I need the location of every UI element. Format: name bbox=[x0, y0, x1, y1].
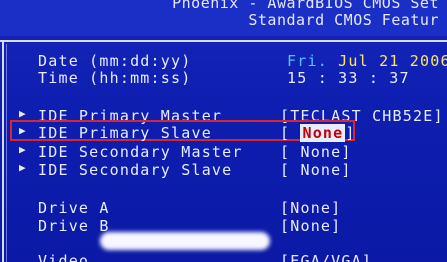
page-title: Standard CMOS Featur bbox=[248, 11, 439, 29]
bracket-open: [ bbox=[280, 124, 291, 142]
ide-secondary-master-row[interactable]: ▶ IDE Secondary Master [ None] bbox=[0, 143, 447, 161]
drive-a-row[interactable]: Drive A [None] bbox=[0, 199, 447, 217]
ide-secondary-master-value[interactable]: [ None] bbox=[280, 143, 352, 161]
video-label: Video bbox=[38, 252, 90, 262]
triangle-right-icon: ▶ bbox=[19, 107, 26, 120]
date-label: Date (mm:dd:yy) bbox=[38, 52, 192, 70]
bios-screen: Phoenix - AwardBIOS CMOS Set Standard CM… bbox=[0, 0, 447, 262]
triangle-right-icon: ▶ bbox=[19, 143, 26, 156]
drive-a-label: Drive A bbox=[38, 199, 110, 217]
screen-glare bbox=[100, 232, 270, 250]
frame-top-border bbox=[0, 40, 447, 42]
ide-primary-slave-row[interactable]: ▶ IDE Primary Slave [ None] bbox=[0, 124, 447, 142]
drive-a-value[interactable]: [None] bbox=[280, 199, 341, 217]
time-row[interactable]: Time (hh:mm:ss) 15 : 33 : 37 bbox=[0, 69, 447, 87]
ide-secondary-master-label: IDE Secondary Master bbox=[38, 143, 243, 161]
ide-primary-slave-selected-value[interactable]: None bbox=[300, 124, 346, 142]
ide-secondary-slave-label: IDE Secondary Slave bbox=[38, 161, 233, 179]
triangle-right-icon: ▶ bbox=[19, 161, 26, 174]
ide-secondary-slave-row[interactable]: ▶ IDE Secondary Slave [ None] bbox=[0, 161, 447, 179]
ide-secondary-slave-value[interactable]: [ None] bbox=[280, 161, 352, 179]
title-bar: Phoenix - AwardBIOS CMOS Set Standard CM… bbox=[0, 0, 447, 36]
drive-b-value[interactable]: [None] bbox=[280, 217, 341, 235]
ide-primary-slave-label: IDE Primary Slave bbox=[38, 124, 212, 142]
video-value[interactable]: [EGA/VGA] bbox=[280, 252, 372, 262]
date-day-separator: . bbox=[317, 52, 328, 70]
time-label: Time (hh:mm:ss) bbox=[38, 69, 192, 87]
date-day: Fri bbox=[287, 52, 318, 70]
bracket-close: ] bbox=[345, 124, 356, 142]
date-date[interactable]: Jul 21 2006 bbox=[338, 52, 447, 70]
ide-primary-slave-value[interactable]: [ None] bbox=[280, 124, 356, 142]
triangle-right-icon: ▶ bbox=[19, 124, 26, 137]
drive-b-label: Drive B bbox=[38, 217, 110, 235]
time-value[interactable]: 15 : 33 : 37 bbox=[287, 69, 410, 87]
date-row[interactable]: Date (mm:dd:yy) Fri. Jul 21 2006 bbox=[0, 52, 447, 70]
date-value[interactable]: Fri. Jul 21 2006 bbox=[287, 52, 447, 70]
video-row[interactable]: Video [EGA/VGA] bbox=[0, 252, 447, 262]
